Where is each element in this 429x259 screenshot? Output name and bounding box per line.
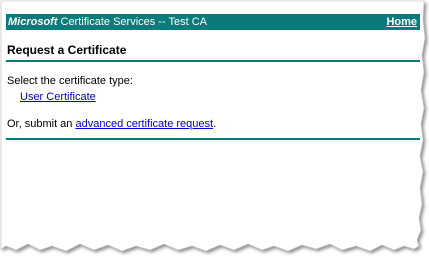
advanced-certificate-request-link[interactable]: advanced certificate request [75, 118, 213, 130]
page-content: Microsoft Certificate Services -- Test C… [6, 14, 420, 140]
home-link[interactable]: Home [386, 16, 417, 28]
page-title: Request a Certificate [7, 43, 127, 57]
brand-logo-text: Microsoft [8, 16, 58, 28]
header-bar: Microsoft Certificate Services -- Test C… [6, 14, 420, 30]
advanced-request-suffix: . [213, 118, 217, 130]
title-divider [6, 60, 420, 62]
advanced-request-line: Or, submit an advanced certificate reque… [7, 118, 420, 130]
user-certificate-link[interactable]: User Certificate [20, 91, 96, 103]
bottom-divider [6, 138, 420, 140]
advanced-request-prefix: Or, submit an [7, 118, 76, 130]
screenshot-frame: Microsoft Certificate Services -- Test C… [0, 0, 429, 259]
header-title: Certificate Services -- Test CA [60, 16, 208, 28]
brand: Microsoft Certificate Services -- Test C… [8, 16, 207, 28]
certificate-type-prompt: Select the certificate type: [7, 75, 133, 87]
